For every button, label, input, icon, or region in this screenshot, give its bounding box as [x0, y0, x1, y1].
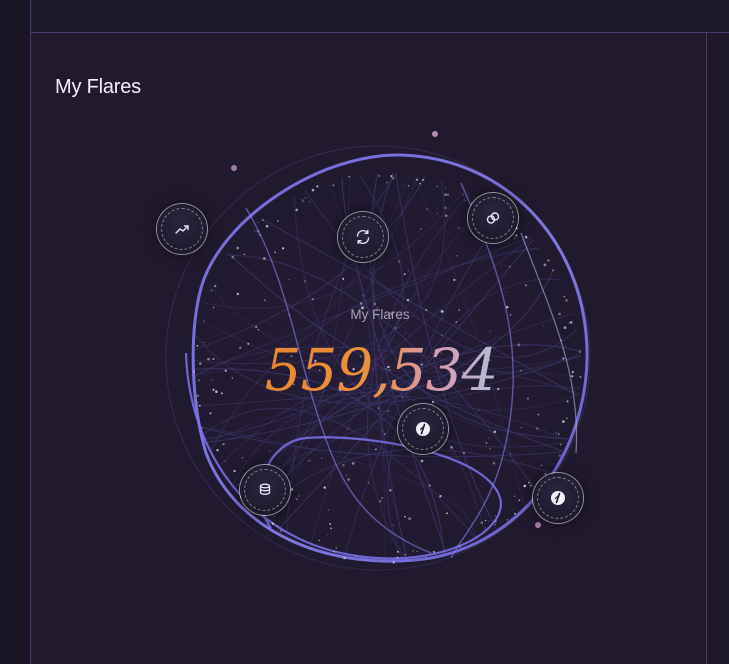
refresh-orb[interactable]: [338, 212, 388, 262]
trending-up-icon: [175, 225, 189, 234]
coins-stack-icon: [259, 483, 271, 495]
coins-orb[interactable]: [240, 465, 290, 515]
refresh-icon: [356, 229, 370, 245]
link-icon: [486, 212, 500, 224]
trending-up-orb[interactable]: [157, 204, 207, 254]
left-rail: [0, 0, 31, 664]
right-rail: [707, 33, 729, 664]
flares-total: 559,534: [251, 335, 511, 405]
flare-orb-right[interactable]: [533, 473, 583, 523]
globe-label: My Flares: [350, 307, 410, 322]
flare-slash-icon: [416, 422, 430, 436]
link-orb[interactable]: [468, 193, 518, 243]
flare-slash-icon: [551, 491, 565, 505]
flare-orb-center[interactable]: [398, 404, 448, 454]
my-flares-panel: My Flares My Flares 559,534: [31, 33, 707, 664]
top-bar: [31, 0, 729, 33]
